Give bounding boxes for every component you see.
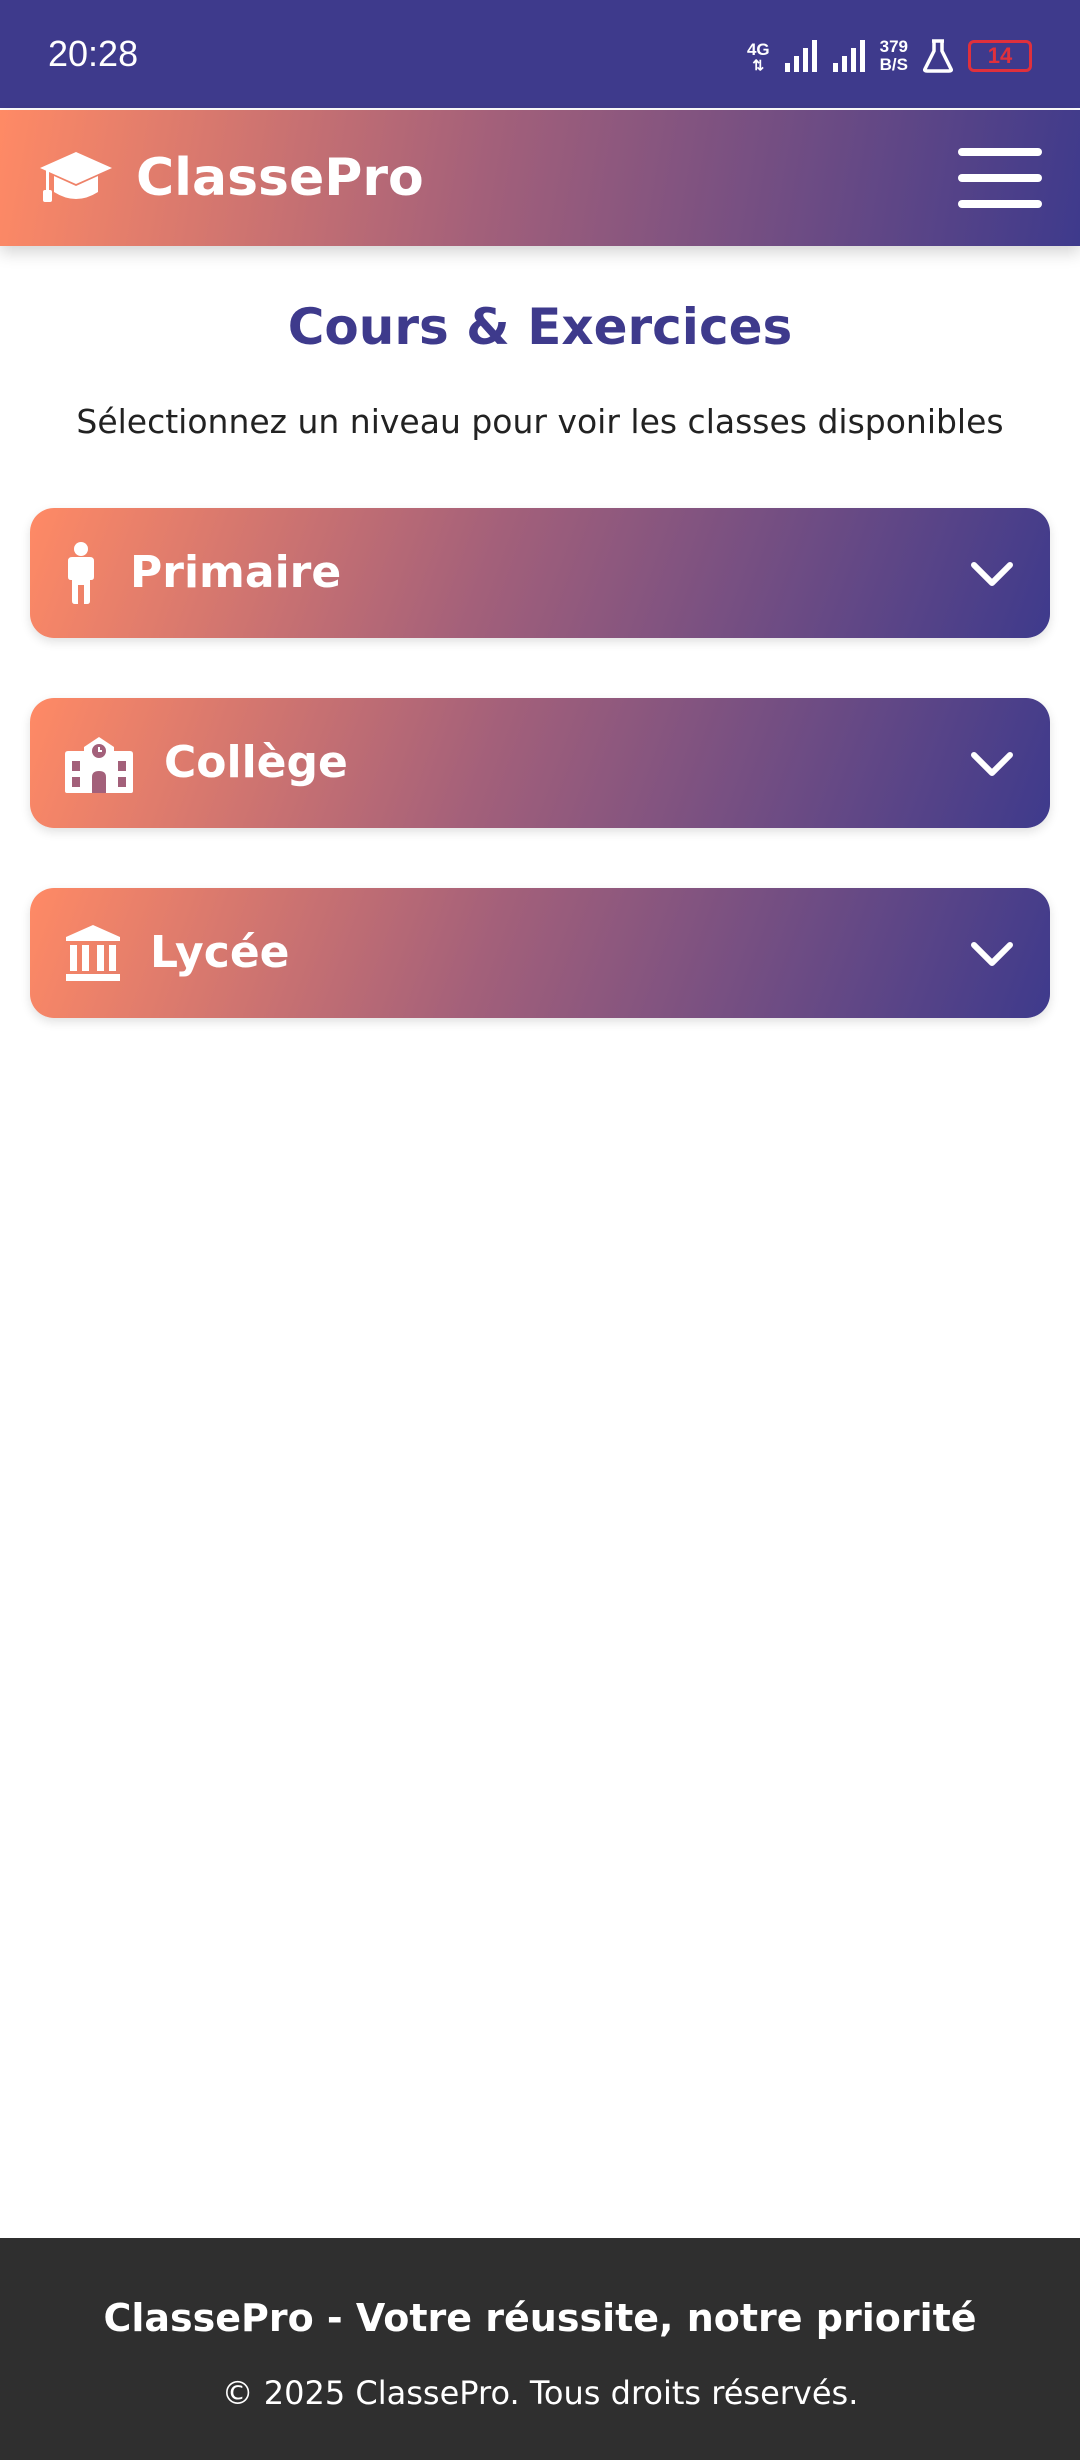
footer: ClassePro - Votre réussite, notre priori… xyxy=(0,2238,1080,2460)
data-arrows-icon: ⇅ xyxy=(752,56,765,73)
institution-icon xyxy=(66,925,120,981)
level-label: Primaire xyxy=(130,547,342,598)
menu-line xyxy=(958,200,1042,208)
menu-line xyxy=(958,174,1042,182)
level-label: Lycée xyxy=(150,927,290,978)
level-card-primaire[interactable]: Primaire xyxy=(30,508,1050,638)
page-title: Cours & Exercices xyxy=(287,298,793,356)
status-time: 20:28 xyxy=(48,33,139,74)
lab-flask-icon xyxy=(923,39,953,73)
chevron-down-icon xyxy=(971,942,1013,966)
app-name: ClassePro xyxy=(136,148,424,208)
level-card-lycee[interactable]: Lycée xyxy=(30,888,1050,1018)
menu-line xyxy=(958,148,1042,156)
footer-copyright: © 2025 ClassePro. Tous droits réservés. xyxy=(221,2374,859,2412)
signal-icon xyxy=(784,40,817,72)
battery-icon: 14 xyxy=(968,40,1032,72)
network-speed-unit: B/S xyxy=(879,55,908,74)
network-type-indicator: 4G ⇅ xyxy=(747,41,770,72)
level-label: Collège xyxy=(164,737,348,788)
signal-icon xyxy=(832,40,865,72)
level-card-college[interactable]: Collège xyxy=(30,698,1050,828)
network-speed-value: 379 xyxy=(879,37,908,56)
school-building-icon xyxy=(65,737,133,793)
page-subtitle: Sélectionnez un niveau pour voir les cla… xyxy=(76,402,1004,441)
chevron-down-icon xyxy=(971,562,1013,586)
network-speed: 379 B/S xyxy=(880,38,908,74)
chevron-down-icon xyxy=(971,752,1013,776)
battery-level: 14 xyxy=(987,43,1013,68)
child-icon xyxy=(68,542,94,604)
hamburger-menu-icon[interactable] xyxy=(958,148,1042,208)
network-type-label: 4G xyxy=(746,39,770,59)
status-icons: 4G ⇅ 379 B/S 14 xyxy=(747,32,1032,80)
graduation-cap-icon xyxy=(40,152,112,202)
status-bar: 20:28 4G ⇅ 379 B/S 14 xyxy=(0,0,1080,108)
app-header: ClassePro xyxy=(0,110,1080,246)
footer-tagline: ClassePro - Votre réussite, notre priori… xyxy=(103,2296,977,2340)
